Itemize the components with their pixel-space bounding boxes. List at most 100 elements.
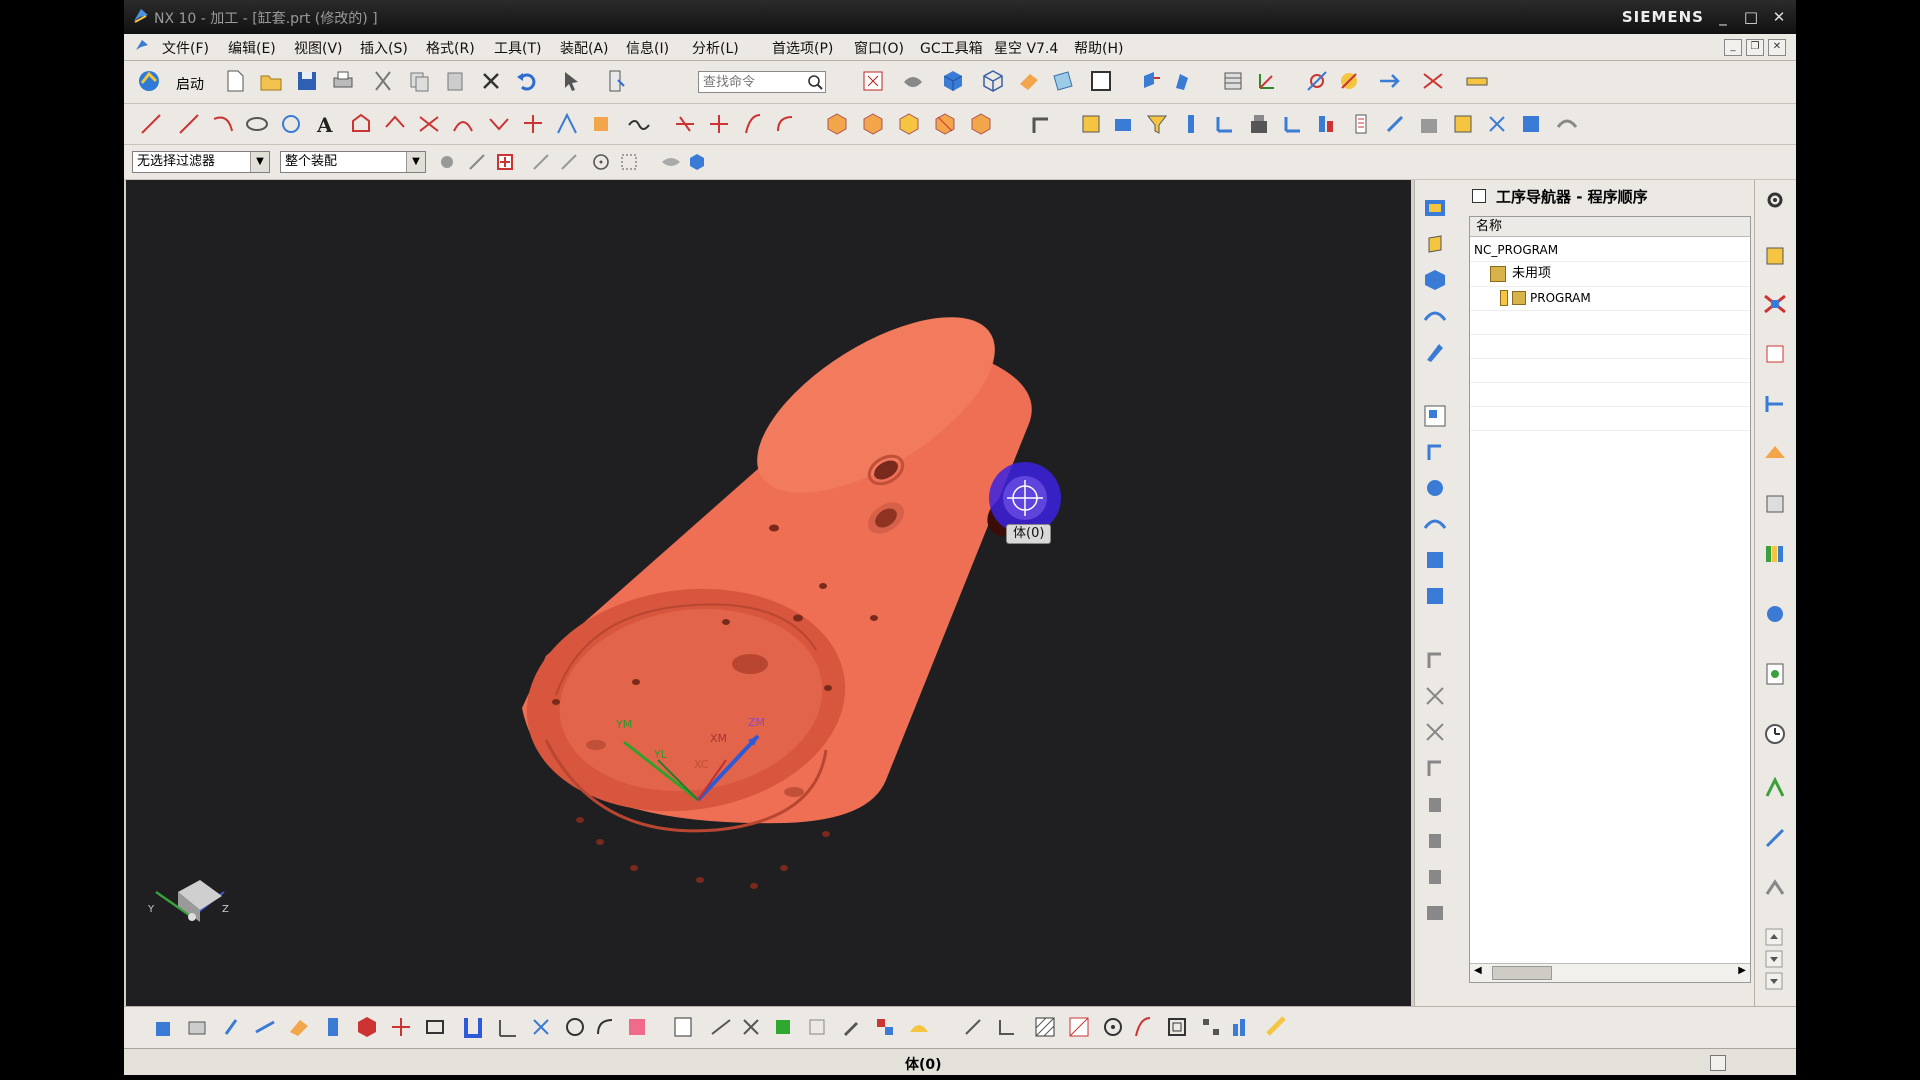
- print-icon[interactable]: [330, 68, 356, 94]
- extrude-icon[interactable]: [1138, 68, 1164, 94]
- select-tool-icon[interactable]: [560, 68, 586, 94]
- spiral-icon[interactable]: [278, 111, 304, 137]
- clock-icon[interactable]: [1761, 720, 1789, 748]
- fit-view-icon[interactable]: [860, 68, 886, 94]
- revolve-icon[interactable]: [1170, 68, 1196, 94]
- workpiece-icon[interactable]: [1110, 111, 1136, 137]
- menu-help[interactable]: 帮助(H): [1074, 38, 1123, 58]
- arc-tool-icon[interactable]: [592, 1014, 618, 1040]
- search-icon[interactable]: [807, 74, 823, 90]
- history-icon[interactable]: [1761, 660, 1789, 688]
- assembly-navigator-icon[interactable]: [1761, 242, 1789, 270]
- start-icon[interactable]: [136, 68, 162, 94]
- paste-icon[interactable]: [442, 68, 468, 94]
- pen-icon[interactable]: [838, 1014, 864, 1040]
- machine-navigator-icon[interactable]: [1761, 440, 1789, 468]
- copy-icon[interactable]: [406, 68, 432, 94]
- analysis-icon[interactable]: [1420, 68, 1446, 94]
- doc-minimize-button[interactable]: _: [1724, 39, 1742, 56]
- polygon-icon[interactable]: [348, 111, 374, 137]
- undo-icon[interactable]: [514, 68, 540, 94]
- output-cldata-icon[interactable]: [1450, 111, 1476, 137]
- trim-curve-icon[interactable]: [416, 111, 442, 137]
- extract-curve-icon[interactable]: [672, 111, 698, 137]
- layer-icon[interactable]: [1220, 68, 1246, 94]
- menu-preferences[interactable]: 首选项(P): [772, 38, 833, 58]
- roles-icon[interactable]: [1761, 774, 1789, 802]
- drill-icon[interactable]: [218, 1014, 244, 1040]
- join-curve-icon[interactable]: [486, 111, 512, 137]
- scroll-thumb[interactable]: [1492, 966, 1552, 980]
- rectangle-select-icon[interactable]: [616, 149, 642, 175]
- program-icon[interactable]: [1246, 111, 1272, 137]
- status-window-icon[interactable]: [1710, 1055, 1726, 1071]
- line-2-icon[interactable]: [176, 111, 202, 137]
- settings-gear-icon[interactable]: [1761, 186, 1789, 214]
- properties-object-icon[interactable]: [1421, 898, 1449, 926]
- snap-center-icon[interactable]: [588, 149, 614, 175]
- doc-close-button[interactable]: ✕: [1768, 39, 1786, 56]
- tool-icon[interactable]: [1178, 111, 1204, 137]
- scroll-left-icon[interactable]: ◀: [1474, 965, 1482, 976]
- generate-icon[interactable]: [1421, 546, 1449, 574]
- web-browser-icon[interactable]: [1761, 600, 1789, 628]
- dimension-icon[interactable]: [708, 1014, 734, 1040]
- simulate-icon[interactable]: [1484, 111, 1510, 137]
- view-orient-icon[interactable]: [1050, 68, 1076, 94]
- snap-midpoint-icon[interactable]: [528, 149, 554, 175]
- eraser-icon[interactable]: [286, 1014, 312, 1040]
- blue-bracket-icon[interactable]: [460, 1014, 486, 1040]
- filter-icon[interactable]: [1144, 111, 1170, 137]
- mill-area-icon[interactable]: [184, 1014, 210, 1040]
- green-cube-icon[interactable]: [770, 1014, 796, 1040]
- hatch-red-icon[interactable]: [1066, 1014, 1092, 1040]
- menu-analysis[interactable]: 分析(L): [692, 38, 739, 58]
- geometry-view-icon-2[interactable]: [1421, 474, 1449, 502]
- verify-path-icon[interactable]: [1348, 111, 1374, 137]
- replay-icon[interactable]: [1421, 582, 1449, 610]
- wcs-icon[interactable]: [1254, 68, 1280, 94]
- create-method-icon[interactable]: [1421, 302, 1449, 330]
- cylinder-icon[interactable]: [860, 111, 886, 137]
- part-body[interactable]: [512, 283, 1044, 932]
- show-hide-icon[interactable]: [658, 149, 684, 175]
- mixed-color-icon[interactable]: [872, 1014, 898, 1040]
- machine-tool-view-icon[interactable]: [1421, 438, 1449, 466]
- menu-gc-toolbox[interactable]: GC工具箱: [920, 38, 983, 58]
- general-select-icon[interactable]: [434, 149, 460, 175]
- pattern-icon[interactable]: [1198, 1014, 1224, 1040]
- yellow-shape-icon[interactable]: [906, 1014, 932, 1040]
- view-triad[interactable]: Y Z: [147, 880, 229, 922]
- selection-scope-dropdown[interactable]: 整个装配 ▼: [280, 151, 426, 173]
- boolean-icon[interactable]: [968, 111, 994, 137]
- scroll-up-icon[interactable]: [1765, 928, 1783, 946]
- create-operation-icon[interactable]: [1421, 338, 1449, 366]
- cut-icon[interactable]: [370, 68, 396, 94]
- solid-red-cube-icon[interactable]: [354, 1014, 380, 1040]
- tree-row-unused[interactable]: 未用项: [1470, 262, 1750, 287]
- doc-restore-button[interactable]: ❐: [1746, 39, 1764, 56]
- frame-icon[interactable]: [1164, 1014, 1190, 1040]
- geometry-view-icon[interactable]: [1280, 111, 1306, 137]
- point-cloud-icon[interactable]: [528, 1014, 554, 1040]
- block-icon[interactable]: [824, 111, 850, 137]
- method-view-icon[interactable]: [1421, 510, 1449, 538]
- save-icon[interactable]: [294, 68, 320, 94]
- navigator-pin-checkbox[interactable]: [1472, 189, 1486, 203]
- snap-endpoint-icon[interactable]: [464, 149, 490, 175]
- tool-path-edit-icon[interactable]: [960, 1014, 986, 1040]
- delete-object-icon[interactable]: [1421, 790, 1449, 818]
- start-button-label[interactable]: 启动: [176, 74, 204, 94]
- shop-doc-icon[interactable]: [1416, 111, 1442, 137]
- method-icon[interactable]: [1212, 111, 1238, 137]
- info-object-icon[interactable]: [1421, 862, 1449, 890]
- snap-settings-icon[interactable]: [1336, 68, 1362, 94]
- create-geometry-icon[interactable]: [1421, 266, 1449, 294]
- fillet-curve-icon[interactable]: [772, 111, 798, 137]
- measure-icon[interactable]: [1464, 68, 1490, 94]
- circle-icon[interactable]: [562, 1014, 588, 1040]
- library-books-icon[interactable]: [1761, 540, 1789, 568]
- operation-navigator-icon[interactable]: [1761, 390, 1789, 418]
- zlevel-icon[interactable]: [388, 1014, 414, 1040]
- menu-file[interactable]: 文件(F): [162, 38, 209, 58]
